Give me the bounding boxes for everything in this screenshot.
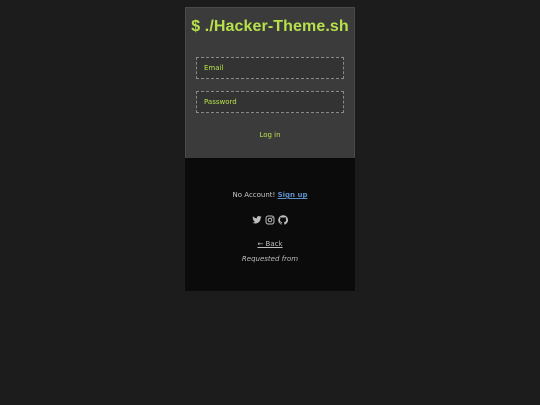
- page-title: $ ./Hacker-Theme.sh: [191, 18, 349, 35]
- twitter-icon[interactable]: [252, 215, 262, 225]
- instagram-icon[interactable]: [265, 215, 275, 225]
- password-input[interactable]: [204, 98, 343, 106]
- github-icon[interactable]: [278, 215, 288, 225]
- email-input[interactable]: [204, 64, 343, 72]
- login-form-panel: $ ./Hacker-Theme.sh Log in: [185, 7, 355, 158]
- login-card: $ ./Hacker-Theme.sh Log in No Account! S…: [185, 7, 355, 291]
- password-field[interactable]: [196, 91, 344, 113]
- requested-from-text: Requested from: [241, 255, 299, 263]
- email-field[interactable]: [196, 57, 344, 79]
- no-account-line: No Account! Sign up: [185, 191, 355, 199]
- back-link[interactable]: ← Back: [185, 240, 355, 248]
- login-button[interactable]: Log in: [186, 131, 354, 139]
- signup-link[interactable]: Sign up: [278, 191, 308, 199]
- footer-panel: No Account! Sign up ← Back Requested fro…: [185, 158, 355, 291]
- social-links: [185, 215, 355, 225]
- no-account-text: No Account!: [232, 191, 276, 199]
